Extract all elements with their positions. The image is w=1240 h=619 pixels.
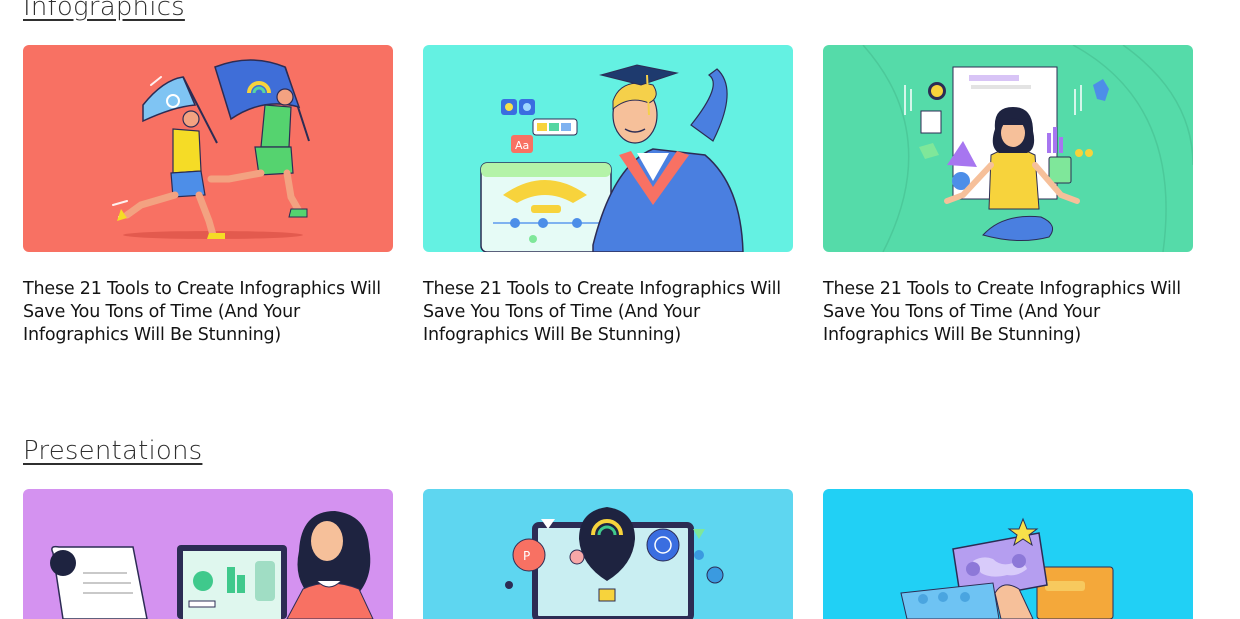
article-thumbnail-runners[interactable] (23, 45, 393, 252)
article-card[interactable]: These 21 Tools to Create Infographics Wi… (23, 45, 393, 347)
article-card[interactable] (23, 489, 393, 619)
svg-text:Aa: Aa (515, 139, 529, 152)
article-title[interactable]: These 21 Tools to Create Infographics Wi… (823, 278, 1193, 347)
article-thumbnail-balloons[interactable]: P (423, 489, 793, 619)
article-card[interactable]: These 21 Tools to Create Infographics Wi… (823, 45, 1193, 347)
article-thumbnail-laptop[interactable] (23, 489, 393, 619)
article-card[interactable]: Aa These 21 Tools to Create Infographics… (423, 45, 793, 347)
article-title[interactable]: These 21 Tools to Create Infographics Wi… (423, 278, 793, 347)
svg-text:P: P (523, 549, 530, 563)
article-card[interactable]: P (423, 489, 793, 619)
section-title-infographics[interactable]: Infographics (23, 0, 185, 22)
article-card[interactable] (823, 489, 1193, 619)
section-title-presentations[interactable]: Presentations (23, 436, 202, 466)
article-title[interactable]: These 21 Tools to Create Infographics Wi… (23, 278, 393, 347)
article-thumbnail-graduate[interactable]: Aa (423, 45, 793, 252)
article-thumbnail-map-cards[interactable] (823, 489, 1193, 619)
article-thumbnail-meditation[interactable] (823, 45, 1193, 252)
